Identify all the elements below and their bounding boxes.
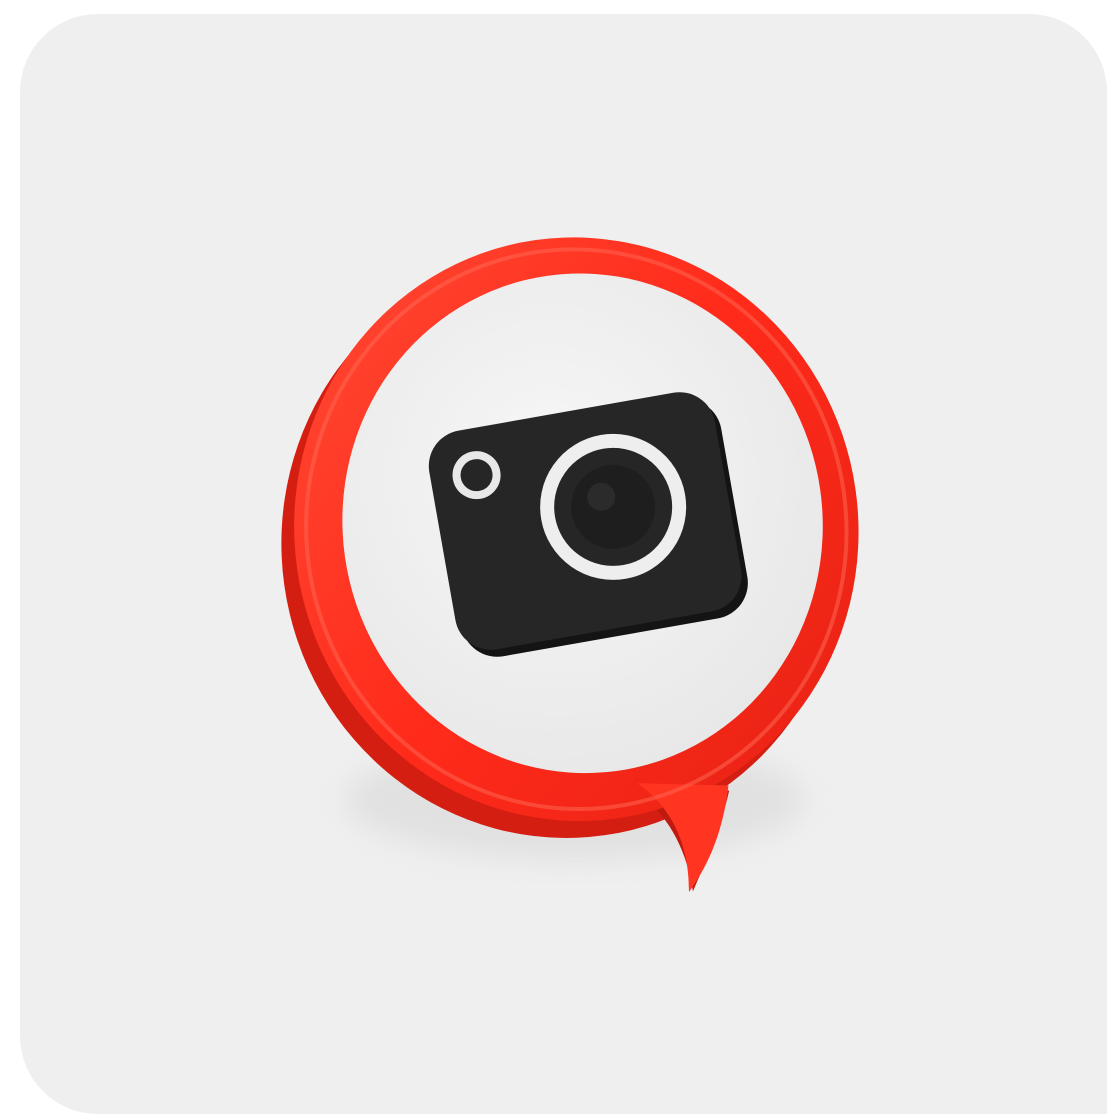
camera-flash (452, 451, 501, 500)
camera-speech-bubble-icon (281, 237, 859, 893)
